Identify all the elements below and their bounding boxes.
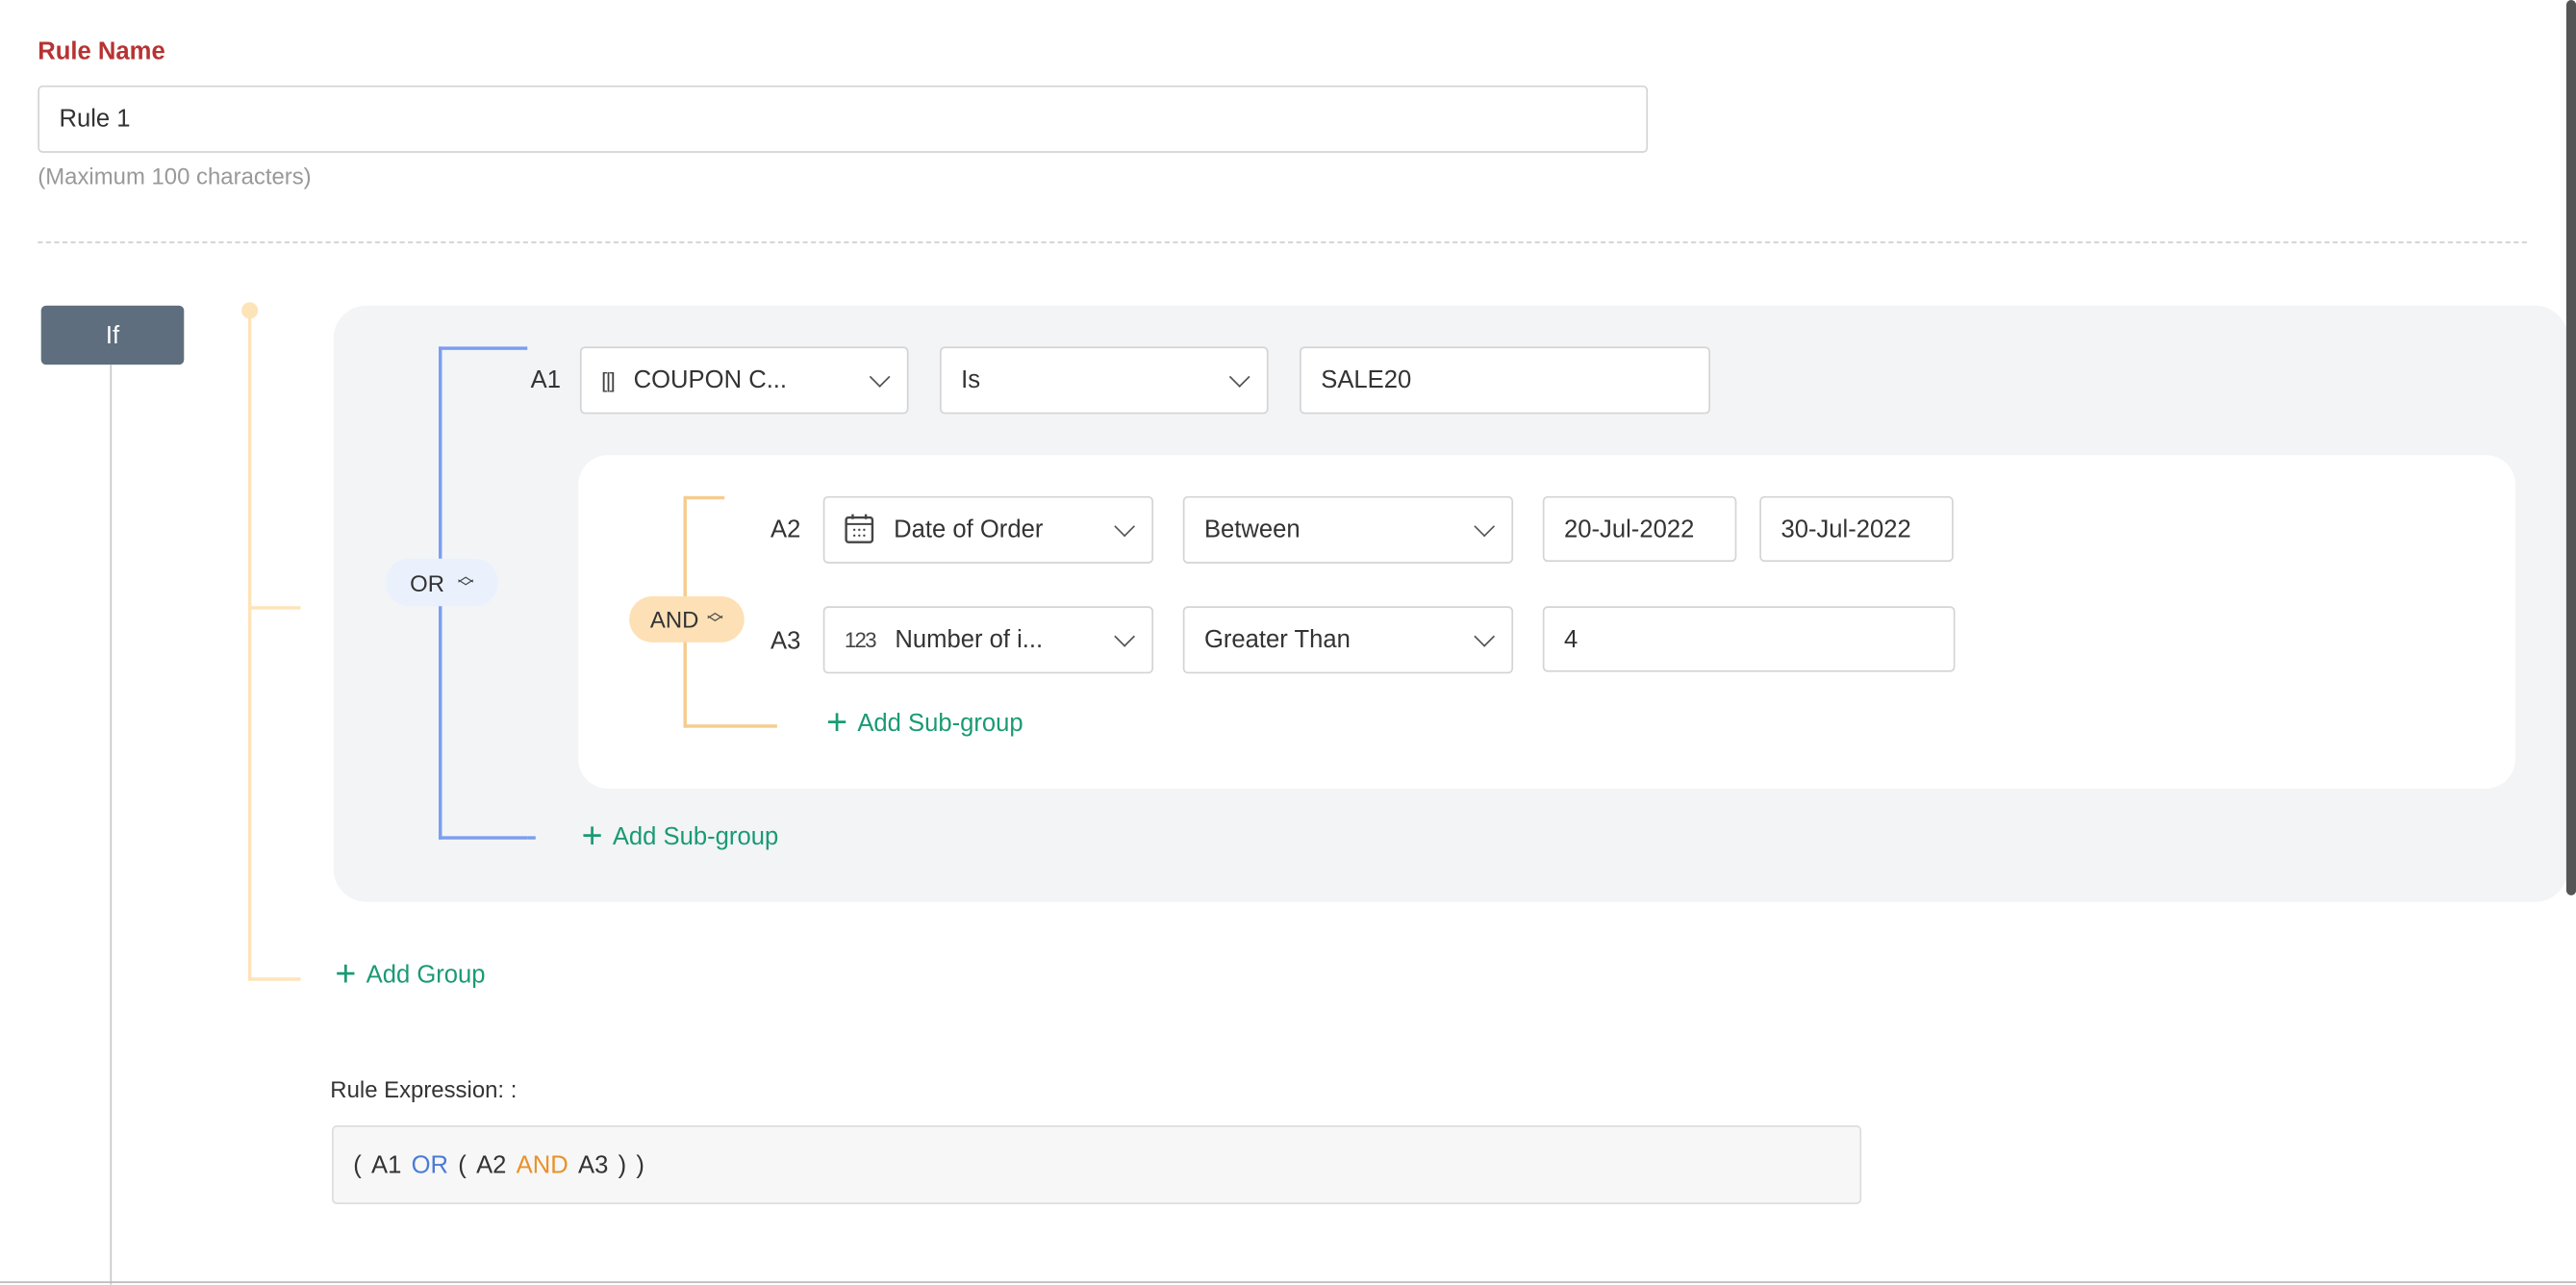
value-input-a1[interactable]: SALE20 [1300,346,1711,415]
add-group-label: Add Group [366,960,486,989]
rule-expression-label: Rule Expression: : [330,1075,518,1103]
operator-select-a2[interactable]: Between [1182,495,1514,564]
and-bracket-end [683,724,777,728]
field-value: Number of i... [895,625,1044,654]
rule-name-helper: (Maximum 100 characters) [38,163,312,189]
if-connector-line [110,365,113,1285]
or-bracket-end [527,836,536,840]
plus-icon: + [335,952,357,995]
value-input-a3[interactable]: 4 [1542,606,1956,672]
expr-token: ) [636,1150,644,1179]
group-branch [247,606,301,610]
number-icon: 123 [844,627,877,653]
or-operator-label: OR [410,568,445,596]
operator-select-a1[interactable]: Is [939,346,1269,415]
chevron-down-icon [1114,625,1135,646]
up-down-icon: ︿ ﹀ [706,604,724,635]
field-select-a2[interactable]: Date of Order [822,495,1154,564]
group-tree-line [247,310,252,981]
calendar-icon [845,512,874,548]
divider [38,241,2527,243]
expr-token: A1 [371,1150,402,1179]
add-group-branch [247,977,301,981]
expr-token: ( [353,1150,362,1179]
scrollbar-thumb[interactable] [2565,0,2576,895]
chevron-down-icon [1474,515,1496,537]
condition-id: A3 [770,627,801,656]
add-group-button[interactable]: + Add Group [335,952,486,995]
up-down-icon: ︿ ﹀ [457,567,474,597]
operator-select-a3[interactable]: Greater Than [1182,606,1514,674]
add-subgroup-button[interactable]: + Add Sub-group [581,815,779,856]
expr-token: A3 [578,1150,609,1179]
date-from-input[interactable]: 20-Jul-2022 [1542,495,1737,563]
expr-token: ( [458,1150,467,1179]
field-select-a1[interactable]: [|] COUPON C... [579,346,909,415]
rule-expression-box: ( A1 OR ( A2 AND A3 ) ) [332,1124,1862,1204]
text-field-icon: [|] [601,367,616,393]
field-value: COUPON C... [633,365,788,394]
rule-name-label: Rule Name [38,38,165,66]
date-to-input[interactable]: 30-Jul-2022 [1759,495,1954,563]
plus-icon: + [826,701,848,743]
if-block: If [40,305,185,365]
chevron-down-icon [1114,515,1135,537]
and-operator-toggle[interactable]: AND ︿ ﹀ [629,596,745,642]
expr-token: A2 [476,1150,507,1179]
field-select-a3[interactable]: 123 Number of i... [822,606,1154,674]
rule-name-input[interactable]: Rule 1 [38,85,1649,153]
add-subgroup-inner-button[interactable]: + Add Sub-group [826,701,1023,743]
expr-token: ) [618,1150,627,1179]
condition-id: A2 [770,516,801,544]
or-operator-toggle[interactable]: OR ︿ ﹀ [386,558,498,607]
expr-or: OR [411,1150,449,1179]
and-operator-label: AND [649,606,699,633]
chevron-down-icon [1474,625,1496,646]
plus-icon: + [581,815,603,856]
operator-value: Greater Than [1203,625,1351,654]
chevron-down-icon [1228,365,1250,388]
add-subgroup-label: Add Sub-group [612,821,779,850]
add-subgroup-label: Add Sub-group [857,709,1023,738]
condition-id: A1 [530,365,562,394]
field-value: Date of Order [894,516,1044,544]
expr-and: AND [516,1150,568,1179]
operator-value: Is [961,365,981,394]
bottom-border [0,1281,2576,1283]
chevron-down-icon [869,365,891,388]
operator-value: Between [1203,516,1301,544]
